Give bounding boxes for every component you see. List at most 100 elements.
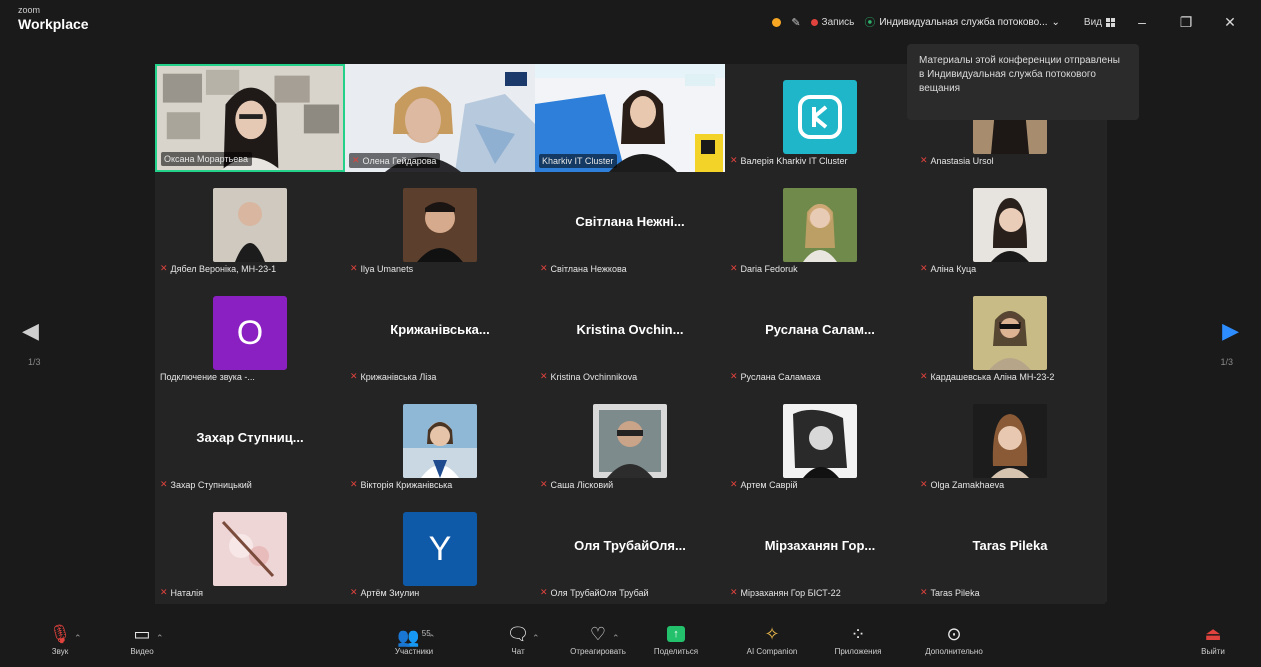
participant-name-tag: Оксана Морартьева (161, 152, 252, 166)
mic-muted-icon: ✕ (540, 587, 548, 597)
participant-avatar (213, 188, 287, 262)
chat-button[interactable]: 🗨 Чат ⌃ (488, 621, 548, 656)
participant-avatar (403, 404, 477, 478)
chat-label: Чат (511, 647, 525, 656)
participant-tile[interactable]: ✕ Кардашевська Аліна МН-23-2 (915, 280, 1105, 388)
participant-name: Наталія (170, 587, 204, 598)
sparkle-icon: ✧ (764, 624, 780, 644)
participant-tile[interactable]: ✕ Olga Zamakhaeva (915, 388, 1105, 496)
mic-muted-icon: ✕ (920, 371, 928, 381)
grid-icon (1106, 17, 1115, 27)
participant-name-tag: ✕ Захар Ступницький (160, 477, 256, 492)
meeting-toolbar: 🎙 Звук ⌃ ▭ Видео ⌃ 👥 55 Участники ⌃ 🗨 Чат… (0, 615, 1261, 667)
participant-tile[interactable]: ✕ Артем Саврій (725, 388, 915, 496)
participant-name-tag: ✕ Світлана Нежкова (540, 261, 631, 276)
mic-muted-icon: ✕ (160, 479, 168, 489)
participant-name: Кардашевська Аліна МН-23-2 (930, 371, 1055, 382)
minimize-icon[interactable]: – (1125, 14, 1159, 30)
participant-name: Світлана Нежкова (550, 263, 627, 274)
chevron-up-icon[interactable]: ⌃ (156, 633, 164, 644)
participants-button[interactable]: 👥 55 Участники ⌃ (384, 621, 444, 656)
participant-tile[interactable]: Оксана Морартьева (155, 64, 345, 172)
participant-tile[interactable]: Світлана Нежні... ✕ Світлана Нежкова (535, 172, 725, 280)
audio-button[interactable]: 🎙 Звук ⌃ (30, 621, 90, 656)
mic-muted-icon: ✕ (350, 263, 358, 273)
participant-tile[interactable]: Крижанівська... ✕ Крижанівська Ліза (345, 280, 535, 388)
recording-indicator[interactable]: Запись (810, 17, 854, 28)
mic-muted-icon: ✕ (920, 263, 928, 273)
participant-name-tag: ✕ Kristina Ovchinnikova (540, 369, 641, 384)
participant-name-tag: ✕ Daria Fedoruk (730, 261, 802, 276)
participants-icon: 👥 55 (397, 627, 431, 647)
participant-tile[interactable]: ✕ Наталія (155, 496, 345, 604)
participant-tile[interactable]: ✕ Олена Гейдарова (345, 64, 535, 172)
participant-name-tag: ✕ Olga Zamakhaeva (920, 477, 1008, 492)
participant-name-tag: ✕ Ilya Umanets (350, 261, 417, 276)
participant-name: Anastasia Ursol (930, 155, 994, 166)
participant-name: Саша Лісковий (550, 479, 614, 490)
participant-tile[interactable]: Руслана Салам... ✕ Руслана Саламаха (725, 280, 915, 388)
participant-tile[interactable]: Мірзаханян Гор... ✕ Мірзаханян Гор БІСТ-… (725, 496, 915, 604)
participant-name: Олена Гейдарова (362, 155, 437, 166)
share-button[interactable]: ↑ Поделиться (646, 621, 706, 656)
chevron-up-icon[interactable]: ⌃ (74, 633, 82, 644)
stream-indicator[interactable]: ⦿ Индивидуальная служба потоково... ⌄ (864, 14, 1060, 30)
participant-tile[interactable]: ✕ Дябел Вероніка, МН-23-1 (155, 172, 345, 280)
leave-button[interactable]: ⏏ Выйти (1183, 621, 1243, 656)
mic-muted-icon: ✕ (350, 479, 358, 489)
participant-name-tag: Подключение звука -... (160, 370, 259, 384)
top-bar: zoom Workplace ✎ Запись ⦿ Индивидуальная… (0, 0, 1261, 44)
video-button[interactable]: ▭ Видео ⌃ (112, 621, 172, 656)
brand-small: zoom (18, 5, 41, 15)
apps-button[interactable]: ⁘ Приложения (828, 621, 888, 656)
participant-tile[interactable]: Kharkiv IT Cluster (535, 64, 725, 172)
stream-tooltip: Материалы этой конференции отправлены в … (907, 44, 1139, 120)
view-button[interactable]: Вид (1084, 17, 1115, 28)
participant-name-tag: ✕ Олена Гейдарова (349, 153, 441, 168)
prev-page-icon[interactable]: ◀ (22, 318, 39, 344)
participant-tile[interactable]: O Подключение звука -... (155, 280, 345, 388)
more-button[interactable]: ⊙ Дополнительно (924, 621, 984, 656)
apps-label: Приложения (834, 647, 882, 656)
participant-name-tag: ✕ Аліна Куца (920, 261, 980, 276)
participant-tile[interactable]: Оля ТрубайОля... ✕ Оля ТрубайОля Трубай (535, 496, 725, 604)
participant-tile[interactable]: ✕ Вікторія Крижанівська (345, 388, 535, 496)
react-button[interactable]: ♡ Отреагировать ⌃ (568, 621, 628, 656)
shield-icon[interactable] (772, 17, 782, 27)
participant-tile[interactable]: Захар Ступниц... ✕ Захар Ступницький (155, 388, 345, 496)
participant-avatar (973, 404, 1047, 478)
participant-name: Ilya Umanets (360, 263, 414, 274)
participant-tile[interactable]: Kristina Ovchin... ✕ Kristina Ovchinniko… (535, 280, 725, 388)
participant-name-tag: ✕ Кардашевська Аліна МН-23-2 (920, 369, 1058, 384)
mic-muted-icon: ✕ (920, 587, 928, 597)
participant-initial: Y (403, 512, 477, 586)
restore-icon[interactable]: ❐ (1169, 14, 1203, 31)
participant-name: Артём Зиулин (360, 587, 420, 598)
ai-companion-button[interactable]: ✧ AI Companion (742, 621, 802, 656)
mic-muted-icon: ✕ (730, 371, 738, 381)
participant-tile[interactable]: ✕ Саша Лісковий (535, 388, 725, 496)
close-icon[interactable]: ✕ (1213, 14, 1247, 31)
participant-tile[interactable]: Y ✕ Артём Зиулин (345, 496, 535, 604)
chevron-down-icon: ⌄ (1051, 16, 1060, 28)
next-page-icon[interactable]: ▶ (1222, 318, 1239, 344)
participant-name-tag: ✕ Руслана Саламаха (730, 369, 825, 384)
ai-label: AI Companion (746, 647, 798, 656)
participant-tile[interactable]: ✕ Валерія Kharkiv IT Cluster (725, 64, 915, 172)
participant-initial: O (213, 296, 287, 370)
participant-tile[interactable]: Taras Pileka ✕ Taras Pileka (915, 496, 1105, 604)
mic-muted-icon: ✕ (160, 263, 168, 273)
chevron-up-icon[interactable]: ⌃ (612, 633, 620, 644)
participant-avatar (783, 188, 857, 262)
participant-tile[interactable]: ✕ Ilya Umanets (345, 172, 535, 280)
participant-tile[interactable]: ✕ Аліна Куца (915, 172, 1105, 280)
page-indicator-right: 1/3 (1220, 357, 1233, 367)
chevron-up-icon[interactable]: ⌃ (532, 633, 540, 644)
mic-slash-icon[interactable]: ✎ (791, 16, 800, 29)
share-screen-icon: ↑ (667, 626, 685, 642)
video-gallery: Оксана Морартьева ✕ Олена Гейдарова Khar… (155, 64, 1107, 604)
participants-label: Участники (394, 647, 434, 656)
participant-tile[interactable]: ✕ Daria Fedoruk (725, 172, 915, 280)
chevron-up-icon[interactable]: ⌃ (428, 633, 436, 644)
participant-name: Olga Zamakhaeva (930, 479, 1005, 490)
